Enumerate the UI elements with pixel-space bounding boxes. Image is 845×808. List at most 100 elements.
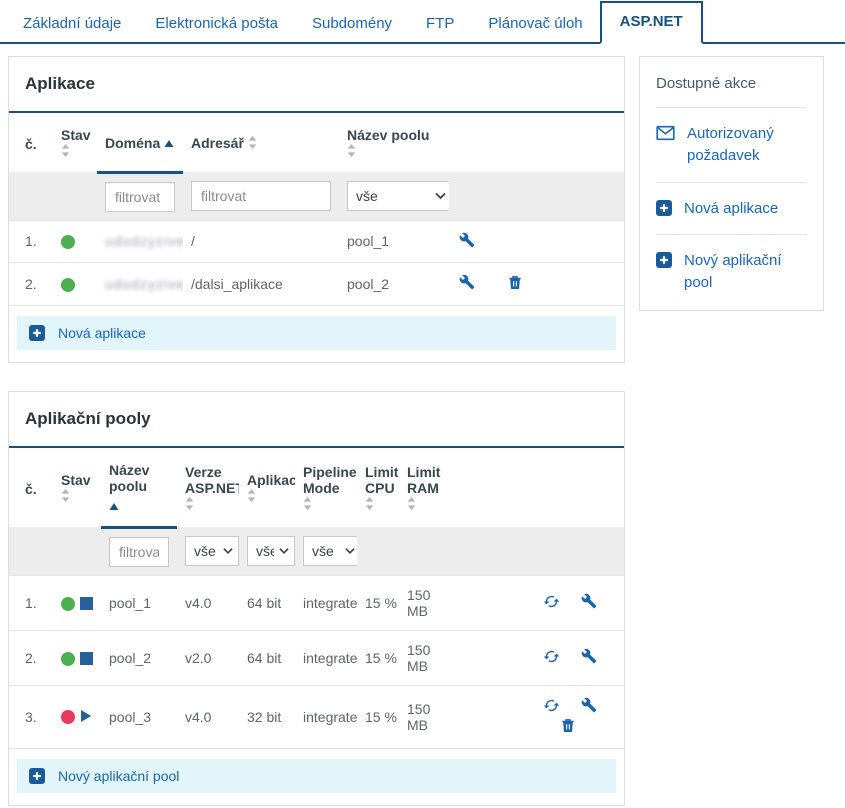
new-application-row-button[interactable]: Nová aplikace <box>17 316 616 350</box>
column-header-limit-ram[interactable]: Limit RAM <box>399 448 445 528</box>
domain-filter-input[interactable] <box>105 182 175 212</box>
edit-button[interactable] <box>581 697 597 716</box>
pools-header-row: č. Stav Název poolu Verze ASP.NET Aplika… <box>9 448 624 528</box>
tab-bar: Základní údaje Elektronická pošta Subdom… <box>0 0 845 44</box>
new-pool-row-button[interactable]: Nový aplikační pool <box>17 759 616 793</box>
pools-filter-row: vše vše vše <box>9 527 624 575</box>
status-running-icon <box>61 652 75 666</box>
pools-panel-title: Aplikační pooly <box>9 392 624 446</box>
available-actions-title: Dostupné akce <box>656 69 807 107</box>
sort-idle-icon <box>303 497 312 513</box>
sort-asc-icon <box>109 498 169 514</box>
sort-idle-icon <box>61 144 70 160</box>
edit-button[interactable] <box>581 593 597 612</box>
sort-idle-icon <box>185 497 194 513</box>
version-cell: v4.0 <box>177 685 239 748</box>
mail-icon <box>656 125 675 141</box>
column-header-verze[interactable]: Verze ASP.NET <box>177 448 239 528</box>
application-row: 1. udodzyzivebe / pool_1 <box>9 220 624 262</box>
applications-filter-row: vše <box>9 172 624 220</box>
start-icon[interactable] <box>80 709 92 726</box>
delete-button[interactable] <box>507 274 523 294</box>
recycle-button[interactable] <box>543 593 560 613</box>
column-header-domena[interactable]: Doména <box>97 113 183 172</box>
version-filter-select[interactable]: vše <box>185 536 239 566</box>
tab-zakladni-udaje[interactable]: Základní údaje <box>6 5 138 42</box>
pool-name-cell: pool_2 <box>339 262 449 305</box>
row-number: 2. <box>9 630 53 685</box>
domain-redacted: udodzyzivebe <box>105 276 183 292</box>
row-number: 3. <box>9 685 53 748</box>
column-header-actions <box>445 448 624 528</box>
applications-header-row: č. Stav Doména Adresář Název poolu <box>9 113 624 172</box>
version-cell: v4.0 <box>177 575 239 630</box>
new-pool-link[interactable]: Nový aplikační pool <box>656 234 807 310</box>
column-header-adresar[interactable]: Adresář <box>183 113 339 172</box>
sort-idle-icon <box>247 489 256 505</box>
status-running-icon <box>61 235 75 249</box>
column-header-num: č. <box>9 113 53 172</box>
tab-aspnet[interactable]: ASP.NET <box>600 1 703 44</box>
pipeline-cell: integrated <box>295 575 357 630</box>
new-pool-label: Nový aplikační pool <box>58 768 179 784</box>
pool-filter-select[interactable]: vše <box>347 181 449 211</box>
directory-filter-input[interactable] <box>191 181 331 211</box>
edit-button[interactable] <box>459 232 475 251</box>
authorized-request-link[interactable]: Autorizovaný požadavek <box>656 107 807 182</box>
column-header-pipeline[interactable]: Pipeline Mode <box>295 448 357 528</box>
tab-subdomeny[interactable]: Subdomény <box>295 5 409 42</box>
edit-button[interactable] <box>459 274 475 293</box>
column-header-stav[interactable]: Stav <box>53 448 101 528</box>
recycle-button[interactable] <box>543 697 560 717</box>
row-number: 1. <box>9 575 53 630</box>
row-number: 2. <box>9 262 53 305</box>
status-stopped-icon <box>61 710 75 724</box>
column-header-stav[interactable]: Stav <box>53 113 97 172</box>
status-running-icon <box>61 597 75 611</box>
directory-cell: /dalsi_aplikace <box>183 262 339 305</box>
tab-elektronicka-posta[interactable]: Elektronická pošta <box>138 5 295 42</box>
directory-cell: / <box>183 220 339 262</box>
applications-panel: Aplikace č. Stav Doména Adresář Název p <box>8 56 625 363</box>
new-application-label: Nová aplikace <box>58 325 146 341</box>
cpu-limit-cell: 15 % <box>357 630 399 685</box>
status-running-icon <box>61 278 75 292</box>
version-cell: v2.0 <box>177 630 239 685</box>
stop-icon[interactable] <box>80 597 93 610</box>
sort-idle-icon <box>347 144 356 160</box>
tab-planovac-uloh[interactable]: Plánovač úloh <box>471 5 599 42</box>
new-application-link[interactable]: Nová aplikace <box>656 182 807 235</box>
application-cell: 64 bit <box>239 630 295 685</box>
pipeline-filter-select[interactable]: vše <box>303 536 357 566</box>
cpu-limit-cell: 15 % <box>357 575 399 630</box>
edit-button[interactable] <box>581 648 597 667</box>
application-cell: 64 bit <box>239 575 295 630</box>
application-cell: 32 bit <box>239 685 295 748</box>
column-header-nazev-poolu[interactable]: Název poolu <box>101 448 177 528</box>
ram-limit-cell: 150 MB <box>399 575 445 630</box>
new-application-label: Nová aplikace <box>684 198 778 220</box>
application-filter-select[interactable]: vše <box>247 536 295 566</box>
application-row: 2. udodzyzivebe /dalsi_aplikace pool_2 <box>9 262 624 305</box>
column-header-nazev-poolu[interactable]: Název poolu <box>339 113 449 172</box>
domain-redacted: udodzyzivebe <box>105 233 183 249</box>
plus-square-icon <box>29 768 45 784</box>
pool-name-filter-input[interactable] <box>109 537 169 567</box>
delete-button[interactable] <box>560 717 576 737</box>
row-number: 1. <box>9 220 53 262</box>
column-header-limit-cpu[interactable]: Limit CPU <box>357 448 399 528</box>
new-pool-label: Nový aplikační pool <box>684 250 807 294</box>
pool-name-cell: pool_3 <box>101 685 177 748</box>
ram-limit-cell: 150 MB <box>399 630 445 685</box>
pools-panel: Aplikační pooly č. Stav Název poolu Verz… <box>8 391 625 806</box>
tab-ftp[interactable]: FTP <box>409 5 471 42</box>
recycle-button[interactable] <box>543 648 560 668</box>
authorized-request-label: Autorizovaný požadavek <box>687 123 807 167</box>
stop-icon[interactable] <box>80 652 93 665</box>
pool-name-cell: pool_2 <box>101 630 177 685</box>
pool-row: 2. pool_2 v2.0 64 bit integrated 15 % 15… <box>9 630 624 685</box>
sort-idle-icon <box>248 136 257 152</box>
column-header-aplikace[interactable]: Aplikace <box>239 448 295 528</box>
sort-idle-icon <box>61 489 70 505</box>
pool-name-cell: pool_1 <box>339 220 449 262</box>
